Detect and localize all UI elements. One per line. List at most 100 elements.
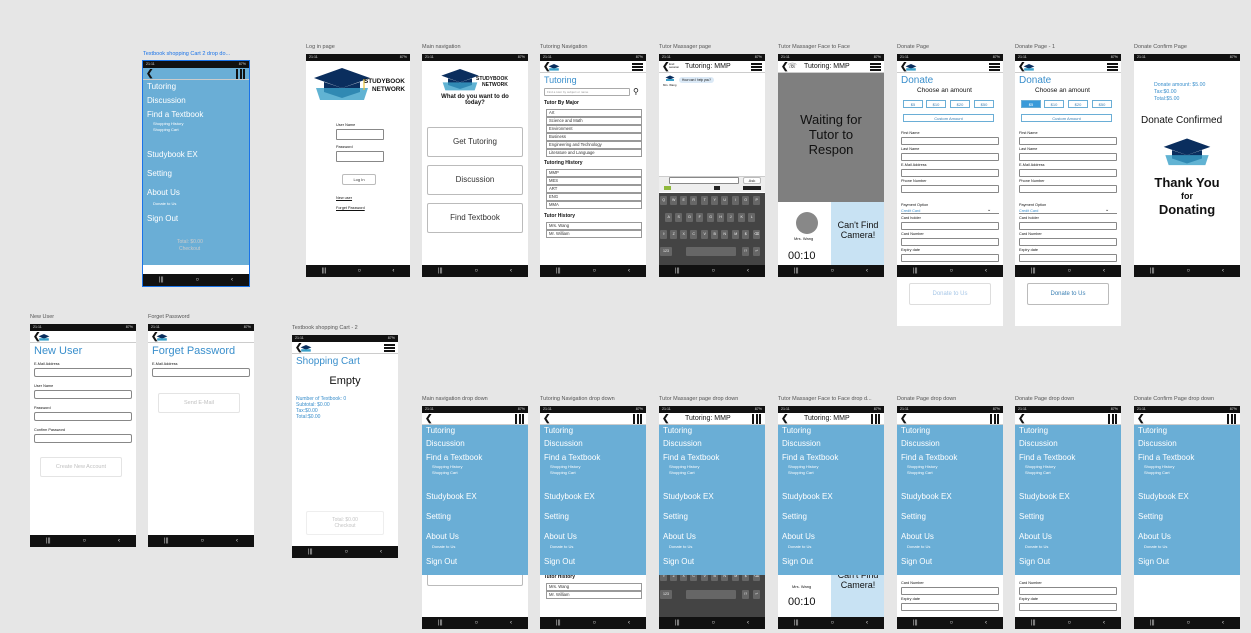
menu-discussion[interactable]: Discussion [782,439,821,448]
back-nav-icon[interactable]: ‹ [392,268,394,274]
menu-about-us[interactable]: About Us [1138,532,1171,541]
back-nav-icon[interactable]: ‹ [510,620,512,626]
recent-apps-icon[interactable]: ||| [675,268,680,274]
home-icon[interactable]: ○ [1187,620,1191,626]
menu-discussion[interactable]: Discussion [426,439,465,448]
recent-apps-icon[interactable]: ||| [1031,620,1036,626]
major-item[interactable]: Art [546,109,642,117]
key-punct[interactable]: !? [742,590,750,599]
menu-studybook-ex[interactable]: Studybook EX [1138,492,1189,501]
amount-button[interactable]: $10 [1044,100,1064,108]
menu-studybook-ex[interactable]: Studybook EX [782,492,833,501]
close-menu-icon[interactable] [633,414,643,424]
back-nav-icon[interactable]: ‹ [118,538,120,544]
last-name-input[interactable] [1019,153,1117,161]
menu-sign-out[interactable]: Sign Out [901,557,932,566]
key[interactable]: P [753,196,761,205]
expiry-input[interactable] [1019,603,1117,611]
menu-shopping-history[interactable]: Shopping History [550,464,580,469]
recent-apps-icon[interactable]: ||| [913,268,918,274]
search-icon[interactable]: ⚲ [633,87,639,96]
hamburger-menu-icon[interactable] [989,63,1000,71]
menu-sign-out[interactable]: Sign Out [544,557,575,566]
menu-about-us[interactable]: About Us [544,532,577,541]
home-icon[interactable]: ○ [475,620,479,626]
custom-amount-button[interactable]: Custom Amount [1021,114,1112,122]
menu-studybook-ex[interactable]: Studybook EX [544,492,595,501]
menu-studybook-ex[interactable]: Studybook EX [147,150,198,159]
amount-button[interactable]: $20 [950,100,970,108]
menu-setting[interactable]: Setting [544,512,569,521]
menu-tutoring[interactable]: Tutoring [663,426,692,435]
menu-sign-out[interactable]: Sign Out [663,557,694,566]
discussion-button[interactable]: Discussion [427,165,523,195]
back-icon[interactable]: ❮ [543,414,551,423]
donate-button[interactable]: Donate to Us [1027,283,1109,305]
menu-tutoring[interactable]: Tutoring [1138,426,1167,435]
key[interactable]: ⇧ [660,230,668,239]
key[interactable]: W [670,196,678,205]
history-item[interactable]: MMA [546,201,642,209]
menu-tutoring[interactable]: Tutoring [147,82,176,91]
new-user-link[interactable]: New user [336,196,352,200]
home-icon[interactable]: ○ [475,268,479,274]
hamburger-menu-icon[interactable] [870,63,881,71]
key[interactable]: K [738,213,746,222]
checkout-button[interactable]: Total: $0.00 Checkout [306,511,384,535]
back-nav-icon[interactable]: ‹ [747,268,749,274]
menu-about-us[interactable]: About Us [901,532,934,541]
menu-shopping-cart[interactable]: Shopping Cart [1144,470,1170,475]
back-icon[interactable]: ❮ [1018,414,1026,423]
send-icon[interactable] [743,186,761,190]
close-menu-icon[interactable] [1227,414,1237,424]
key[interactable]: T [701,196,709,205]
home-icon[interactable]: ○ [593,268,597,274]
password-input[interactable] [34,412,132,421]
menu-donate[interactable]: Donate to Us [432,544,455,549]
back-nav-icon[interactable]: ‹ [985,620,987,626]
key[interactable]: E [680,196,688,205]
key[interactable]: O [742,196,750,205]
menu-about-us[interactable]: About Us [1019,532,1052,541]
key[interactable]: R [690,196,698,205]
key[interactable]: N [721,230,729,239]
key[interactable]: B [711,230,719,239]
menu-shopping-history[interactable]: Shopping History [1025,464,1055,469]
menu-sign-out[interactable]: Sign Out [782,557,813,566]
recent-apps-icon[interactable]: ||| [46,538,51,544]
login-button[interactable]: Log In [342,174,376,185]
key[interactable]: U [721,196,729,205]
menu-find-textbook[interactable]: Find a Textbook [1138,453,1194,462]
recent-apps-icon[interactable]: ||| [913,620,918,626]
tutor-item[interactable]: Mrs. Wang [546,583,642,591]
home-icon[interactable]: ○ [950,268,954,274]
recent-apps-icon[interactable]: ||| [308,549,313,555]
history-item[interactable]: MMP [546,169,642,177]
home-icon[interactable]: ○ [1187,268,1191,274]
username-input[interactable] [34,390,132,399]
back-nav-icon[interactable]: ‹ [628,268,630,274]
menu-shopping-cart[interactable]: Shopping Cart [669,470,695,475]
hamburger-menu-icon[interactable] [632,63,643,71]
key[interactable]: A [665,213,673,222]
history-item[interactable]: ENG [546,193,642,201]
expiry-input[interactable] [901,254,999,262]
home-icon[interactable]: ○ [358,268,362,274]
menu-donate[interactable]: Donate to Us [788,544,811,549]
menu-shopping-cart[interactable]: Shopping Cart [907,470,933,475]
menu-about-us[interactable]: About Us [782,532,815,541]
menu-shopping-history[interactable]: Shopping History [1144,464,1174,469]
back-nav-icon[interactable]: ‹ [380,549,382,555]
amount-button[interactable]: $50 [1092,100,1112,108]
card-holder-input[interactable] [1019,222,1117,230]
video-icon[interactable] [714,186,720,190]
recent-apps-icon[interactable]: ||| [794,620,799,626]
end-session-button[interactable]: End session [669,62,679,69]
major-item[interactable]: Science and Math [546,117,642,125]
key-numbers[interactable]: 123 [660,247,672,256]
recent-apps-icon[interactable]: ||| [164,538,169,544]
email-input[interactable] [1019,169,1117,177]
custom-amount-button[interactable]: Custom Amount [903,114,994,122]
expiry-input[interactable] [1019,254,1117,262]
menu-discussion[interactable]: Discussion [901,439,940,448]
